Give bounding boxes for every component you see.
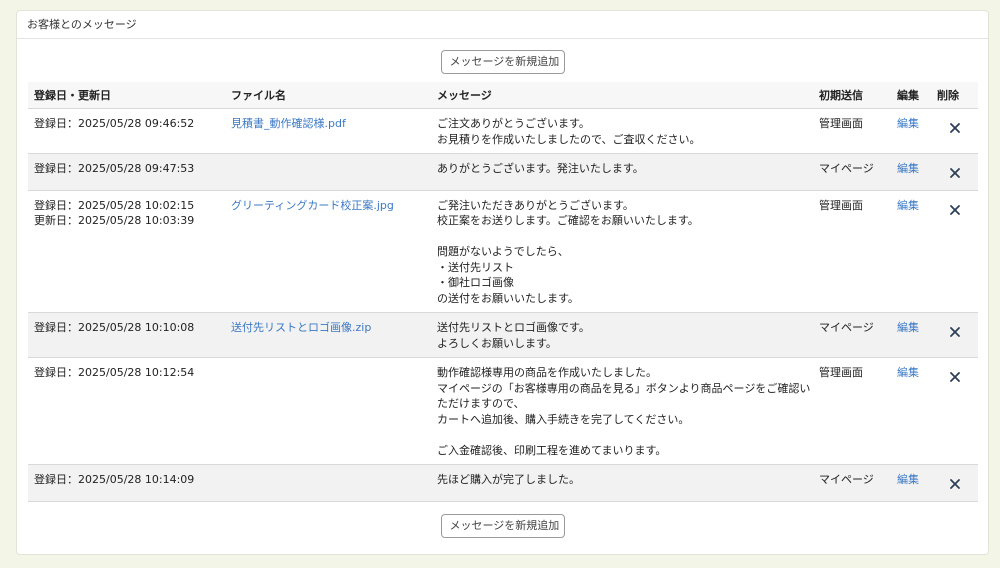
- edit-link[interactable]: 編集: [897, 117, 919, 130]
- file-cell: [225, 464, 431, 502]
- message-line: の送付をお願いいたします。: [437, 291, 579, 305]
- date-line: 登録日：2025/05/28 10:10:08: [34, 321, 195, 334]
- delete-cell: [931, 108, 978, 154]
- message-line: カートへ追加後、購入手続きを完了してください。: [437, 412, 690, 426]
- table-row: 登録日：2025/05/28 10:10:08 送付先リストとロゴ画像.zip 送付…: [28, 312, 978, 358]
- message-line: 問題がないようでしたら、: [437, 245, 569, 258]
- date-cell: 登録日：2025/05/28 10:12:54: [28, 357, 225, 465]
- close-icon[interactable]: [949, 478, 961, 490]
- date-cell: 登録日：2025/05/28 10:14:09: [28, 464, 225, 502]
- edit-cell: 編集: [891, 108, 931, 154]
- message-line: 送付先リストとロゴ画像です。: [437, 321, 590, 334]
- add-message-button-bottom[interactable]: メッセージを新規追加: [440, 513, 565, 538]
- file-cell: グリーティングカード校正案.jpg: [225, 190, 431, 313]
- table-row: 登録日：2025/05/28 10:12:54 動作確認様専用の商品を作成いたしま…: [28, 357, 978, 465]
- message-line: [437, 427, 807, 443]
- message-table: 登録日・更新日 ファイル名 メッセージ 初期送信 編集 削除 登録日：2025/…: [28, 82, 978, 502]
- message-cell: 送付先リストとロゴ画像です。 よろしくお願いします。: [431, 312, 813, 358]
- date-line: 登録日：2025/05/28 10:12:54: [34, 366, 195, 379]
- edit-cell: 編集: [891, 153, 931, 191]
- message-line: よろしくお願いします。: [437, 336, 557, 350]
- message-line: ・御社ロゴ画像: [437, 276, 514, 289]
- initial-sender-cell: 管理画面: [813, 357, 891, 465]
- table-row: 登録日：2025/05/28 10:02:15 更新日：2025/05/28 10…: [28, 190, 978, 313]
- message-line: ご注文ありがとうございます。: [437, 117, 590, 130]
- message-line: 校正案をお送りします。ご確認をお願いいたします。: [437, 214, 699, 227]
- edit-cell: 編集: [891, 190, 931, 313]
- initial-sender-cell: 管理画面: [813, 190, 891, 313]
- message-cell: 動作確認様専用の商品を作成いたしました。マイページの「お客様専用の商品を見る」ボ…: [431, 357, 813, 465]
- date-line: 更新日：2025/05/28 10:03:39: [34, 214, 195, 227]
- file-cell: 送付先リストとロゴ画像.zip: [225, 312, 431, 358]
- file-link[interactable]: 送付先リストとロゴ画像.zip: [231, 321, 371, 334]
- edit-cell: 編集: [891, 357, 931, 465]
- delete-cell: [931, 312, 978, 358]
- column-header-file: ファイル名: [225, 82, 431, 109]
- date-line: 登録日：2025/05/28 10:02:15: [34, 198, 195, 212]
- date-line: 登録日：2025/05/28 09:46:52: [34, 117, 195, 130]
- delete-cell: [931, 357, 978, 465]
- date-cell: 登録日：2025/05/28 09:46:52: [28, 108, 225, 154]
- edit-link[interactable]: 編集: [897, 162, 919, 175]
- add-message-bar-top: メッセージを新規追加: [17, 50, 988, 75]
- file-cell: [225, 153, 431, 191]
- message-line: ・送付先リスト: [437, 260, 514, 274]
- message-line: ただけますので、: [437, 397, 525, 410]
- date-cell: 登録日：2025/05/28 10:10:08: [28, 312, 225, 358]
- initial-sender-cell: マイページ: [813, 312, 891, 358]
- close-icon[interactable]: [949, 371, 961, 383]
- message-line: ご入金確認後、印刷工程を進めてまいります。: [437, 443, 667, 457]
- close-icon[interactable]: [949, 167, 961, 179]
- message-line: [437, 229, 807, 245]
- table-header-row: 登録日・更新日 ファイル名 メッセージ 初期送信 編集 削除: [28, 82, 978, 109]
- column-header-initial-sender: 初期送信: [813, 82, 891, 109]
- table-row: 登録日：2025/05/28 09:47:53 ありがとうございます。発注いたしま…: [28, 153, 978, 191]
- column-header-edit: 編集: [891, 82, 931, 109]
- message-cell: ご注文ありがとうございます。お見積りを作成いたしましたので、ご査収ください。: [431, 108, 813, 154]
- close-icon[interactable]: [949, 326, 961, 338]
- file-link[interactable]: グリーティングカード校正案.jpg: [231, 199, 394, 212]
- edit-link[interactable]: 編集: [897, 321, 919, 334]
- edit-link[interactable]: 編集: [897, 473, 919, 486]
- file-cell: [225, 357, 431, 465]
- column-header-date: 登録日・更新日: [28, 82, 225, 109]
- delete-cell: [931, 153, 978, 191]
- date-line: 登録日：2025/05/28 09:47:53: [34, 162, 195, 175]
- initial-sender-cell: マイページ: [813, 464, 891, 502]
- message-line: 先ほど購入が完了しました。: [437, 473, 580, 486]
- message-line: お見積りを作成いたしましたので、ご査収ください。: [437, 132, 701, 146]
- add-message-button-top[interactable]: メッセージを新規追加: [440, 50, 565, 74]
- edit-cell: 編集: [891, 464, 931, 502]
- message-line: ありがとうございます。発注いたします。: [437, 162, 644, 175]
- close-icon[interactable]: [949, 204, 961, 216]
- date-cell: 登録日：2025/05/28 09:47:53: [28, 153, 225, 191]
- table-row: 登録日：2025/05/28 09:46:52 見積書_動作確認様.pdf ご注文あ…: [28, 108, 978, 154]
- add-message-bar-bottom: メッセージを新規追加: [17, 513, 988, 539]
- date-cell: 登録日：2025/05/28 10:02:15 更新日：2025/05/28 10…: [28, 190, 225, 313]
- file-cell: 見積書_動作確認様.pdf: [225, 108, 431, 154]
- panel-title: お客様とのメッセージ: [17, 11, 988, 39]
- message-line: ご発注いただきありがとうございます。: [437, 198, 634, 212]
- close-icon[interactable]: [949, 122, 961, 134]
- message-cell: ありがとうございます。発注いたします。: [431, 153, 813, 191]
- edit-link[interactable]: 編集: [897, 366, 919, 379]
- message-cell: ご発注いただきありがとうございます。校正案をお送りします。ご確認をお願いいたしま…: [431, 190, 813, 313]
- message-line: マイページの「お客様専用の商品を見る」ボタンより商品ページをご確認い: [437, 381, 811, 395]
- delete-cell: [931, 190, 978, 313]
- column-header-message: メッセージ: [431, 82, 813, 109]
- initial-sender-cell: マイページ: [813, 153, 891, 191]
- message-cell: 先ほど購入が完了しました。: [431, 464, 813, 502]
- column-header-delete: 削除: [931, 82, 978, 109]
- file-link[interactable]: 見積書_動作確認様.pdf: [231, 117, 346, 130]
- table-row: 登録日：2025/05/28 10:14:09 先ほど購入が完了しました。 マイペー…: [28, 464, 978, 502]
- edit-cell: 編集: [891, 312, 931, 358]
- initial-sender-cell: 管理画面: [813, 108, 891, 154]
- date-line: 登録日：2025/05/28 10:14:09: [34, 473, 195, 486]
- delete-cell: [931, 464, 978, 502]
- messages-panel: お客様とのメッセージ メッセージを新規追加 登録日・更新日 ファイル名 メッセー…: [16, 10, 989, 555]
- edit-link[interactable]: 編集: [897, 199, 919, 212]
- message-table-body: 登録日：2025/05/28 09:46:52 見積書_動作確認様.pdf ご注文あ…: [28, 108, 978, 502]
- message-line: 動作確認様専用の商品を作成いたしました。: [437, 366, 657, 379]
